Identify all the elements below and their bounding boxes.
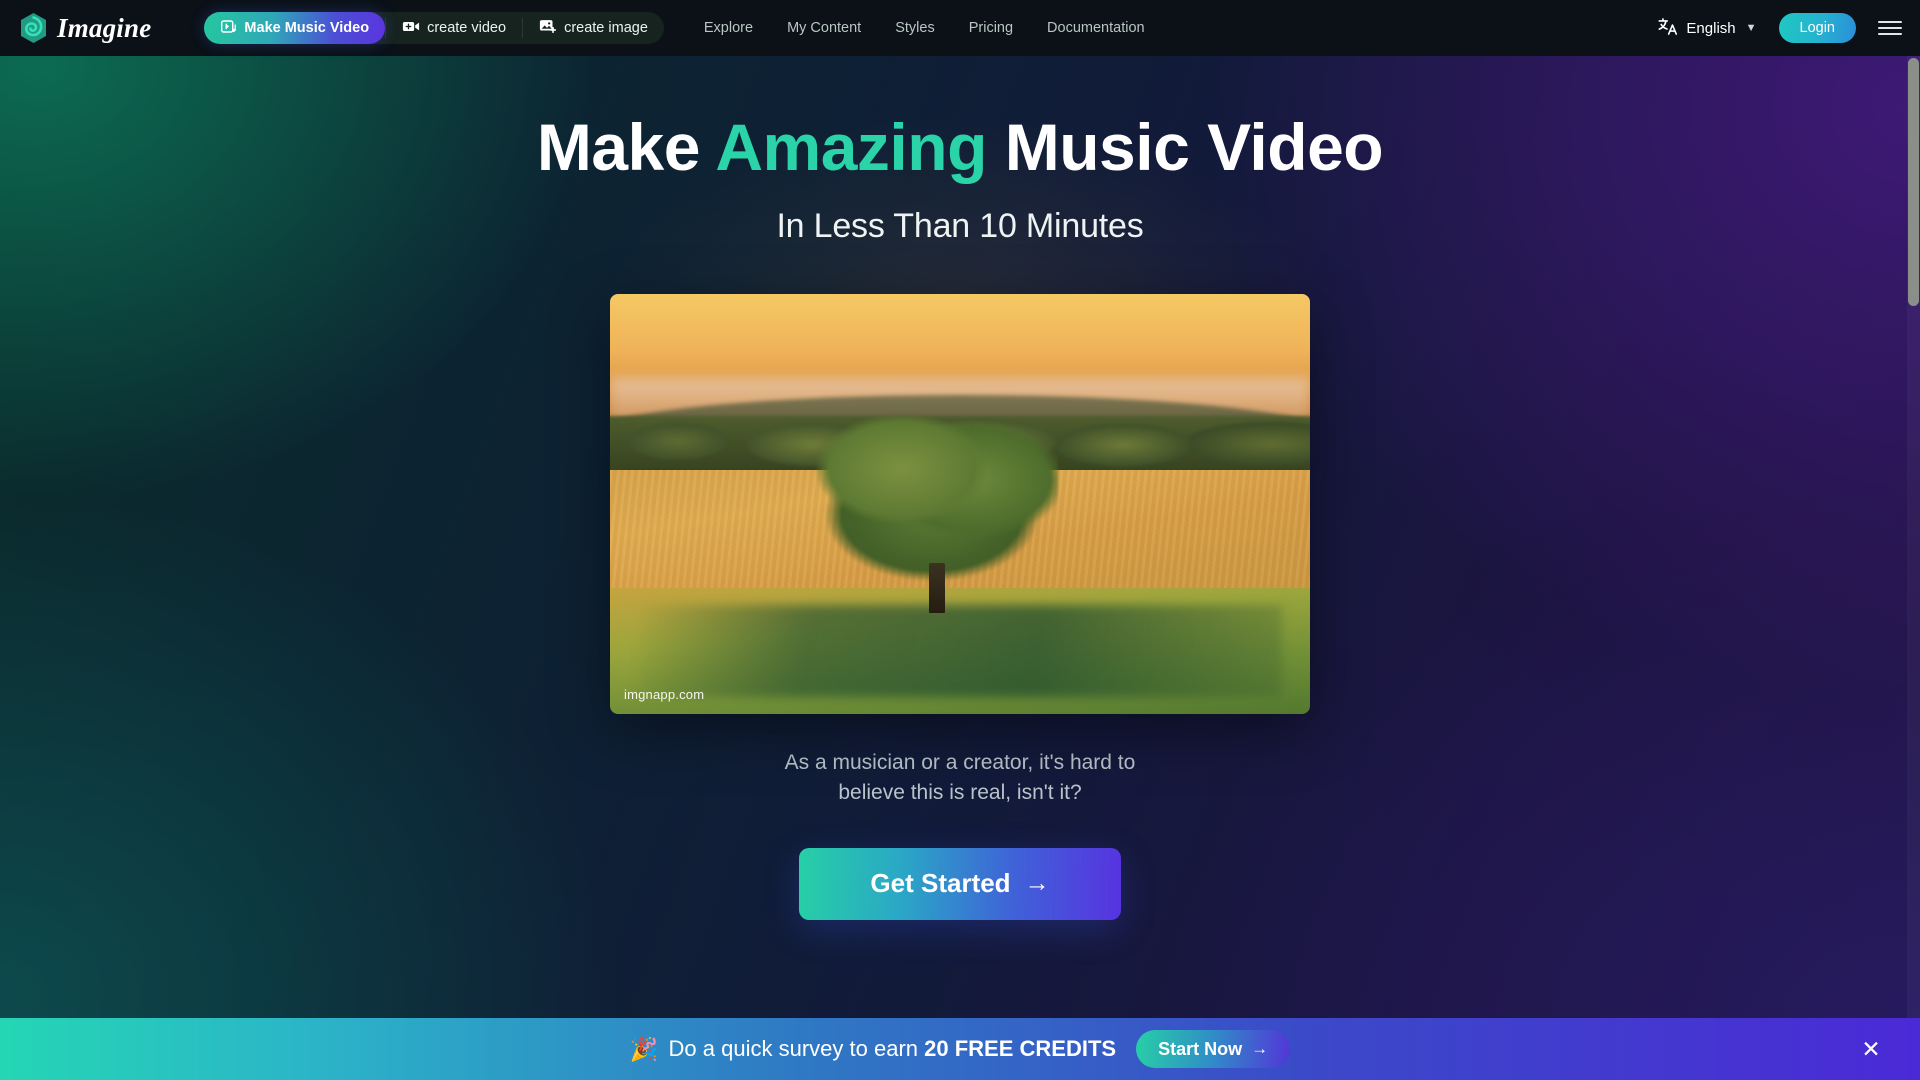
tab-create-image[interactable]: create image <box>523 12 664 44</box>
hero-caption-line-1: As a musician or a creator, it's hard to <box>784 750 1136 774</box>
nav-link-explore[interactable]: Explore <box>704 20 753 36</box>
headline-part-1: Make <box>536 110 716 184</box>
imagine-hexagon-logo-icon <box>19 12 48 44</box>
hero-caption: As a musician or a creator, it's hard to… <box>680 748 1240 808</box>
nav-link-my-content[interactable]: My Content <box>787 20 861 36</box>
hero-caption-line-2: believe this is real, isn't it? <box>838 780 1082 804</box>
navbar-left-section: Imagine Make Music Video create video cr… <box>0 12 1145 44</box>
headline-highlight: Amazing <box>715 110 987 184</box>
translate-icon <box>1658 17 1678 40</box>
brand-logo[interactable]: Imagine <box>19 12 151 44</box>
brand-name: Imagine <box>57 12 152 43</box>
language-selector[interactable]: English ▼ <box>1658 17 1757 40</box>
nav-link-pricing[interactable]: Pricing <box>969 20 1013 36</box>
nav-link-documentation[interactable]: Documentation <box>1047 20 1145 36</box>
hero-preview-image[interactable]: imgnapp.com <box>610 293 1310 714</box>
close-icon[interactable]: ✕ <box>1858 1036 1884 1062</box>
create-mode-tab-group: Make Music Video create video create ima… <box>204 12 664 44</box>
tab-make-music-video-label: Make Music Video <box>244 20 370 36</box>
page-title: Make Amazing Music Video <box>0 110 1920 185</box>
page-scrollbar-thumb[interactable] <box>1908 58 1919 306</box>
video-camera-icon <box>402 19 420 38</box>
survey-promo-banner: 🎉 Do a quick survey to earn 20 FREE CRED… <box>0 1018 1920 1080</box>
banner-text-regular: Do a quick survey to earn <box>668 1036 925 1061</box>
language-label: English <box>1686 19 1736 37</box>
login-button[interactable]: Login <box>1778 13 1856 43</box>
music-video-icon <box>220 18 237 39</box>
get-started-label: Get Started <box>870 868 1011 899</box>
image-watermark: imgnapp.com <box>624 686 705 702</box>
image-tree-trunk <box>928 562 946 614</box>
tab-make-music-video[interactable]: Make Music Video <box>204 12 386 44</box>
navbar-links: Explore My Content Styles Pricing Docume… <box>704 20 1145 36</box>
banner-text-bold: 20 FREE CREDITS <box>924 1036 1117 1061</box>
page-subtitle: In Less Than 10 Minutes <box>776 206 1144 245</box>
top-navigation-bar: Imagine Make Music Video create video cr… <box>0 0 1920 56</box>
banner-message-text: Do a quick survey to earn 20 FREE CREDIT… <box>669 1036 1117 1062</box>
navbar-right-section: English ▼ Login <box>1658 13 1902 43</box>
banner-message: 🎉 Do a quick survey to earn 20 FREE CRED… <box>630 1036 1116 1063</box>
tab-create-video[interactable]: create video <box>386 12 522 44</box>
party-popper-icon: 🎉 <box>629 1035 659 1062</box>
image-tree-shadow <box>638 604 1282 698</box>
hamburger-menu-icon[interactable] <box>1878 17 1902 39</box>
arrow-right-icon: → <box>1024 869 1050 898</box>
hero-section: Make Amazing Music Video In Less Than 10… <box>0 56 1920 920</box>
chevron-down-icon: ▼ <box>1745 22 1757 34</box>
headline-part-2: Music Video <box>986 110 1384 184</box>
arrow-right-icon: → <box>1251 1039 1269 1058</box>
tab-create-video-label: create video <box>427 20 507 36</box>
nav-link-styles[interactable]: Styles <box>895 20 935 36</box>
start-now-button[interactable]: Start Now → <box>1136 1030 1291 1068</box>
image-plus-icon <box>539 18 557 38</box>
tab-create-image-label: create image <box>564 20 648 36</box>
get-started-button[interactable]: Get Started → <box>799 847 1121 920</box>
start-now-label: Start Now <box>1158 1038 1243 1059</box>
